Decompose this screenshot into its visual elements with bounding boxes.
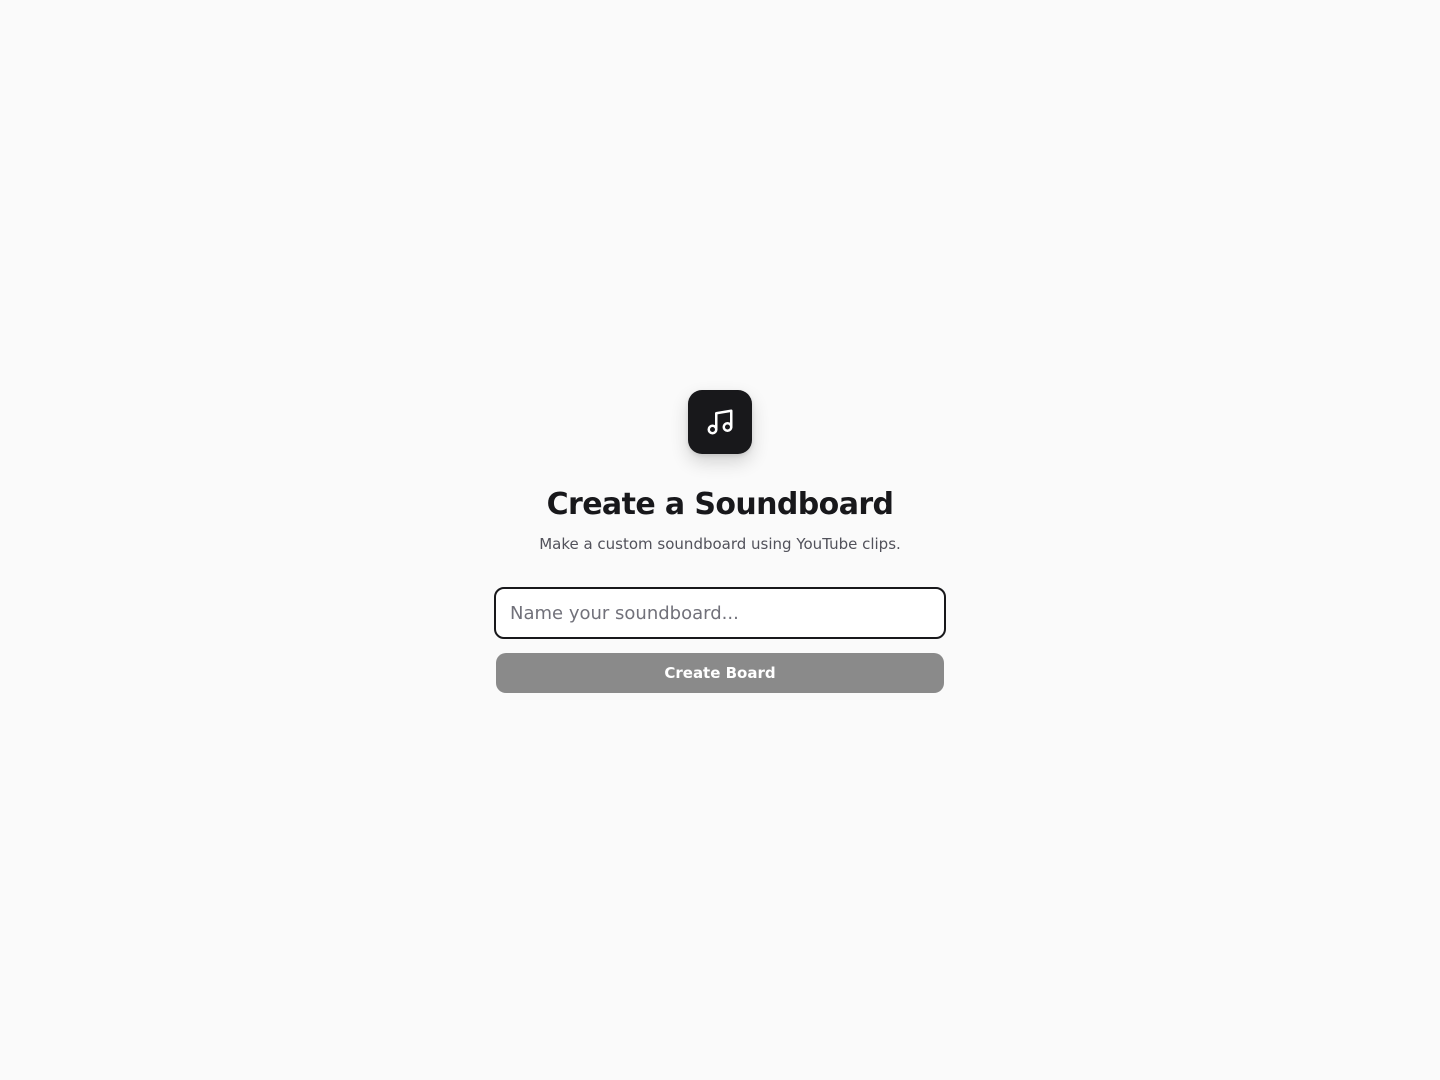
music-note-icon — [707, 409, 733, 435]
app-logo — [688, 390, 752, 454]
create-soundboard-panel: Create a Soundboard Make a custom soundb… — [494, 390, 946, 693]
soundboard-name-input[interactable] — [494, 587, 946, 639]
create-board-button[interactable]: Create Board — [496, 653, 944, 693]
page-subtitle: Make a custom soundboard using YouTube c… — [539, 535, 901, 553]
page: Create a Soundboard Make a custom soundb… — [0, 0, 1440, 1080]
page-title: Create a Soundboard — [546, 487, 894, 522]
